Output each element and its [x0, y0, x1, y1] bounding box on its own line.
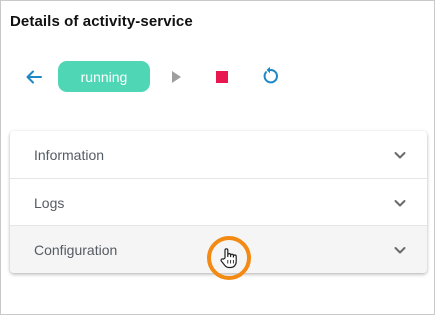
stop-button[interactable] — [209, 64, 235, 90]
action-toolbar: running — [1, 59, 434, 93]
page-title: Details of activity-service — [10, 13, 193, 30]
chevron-down-icon — [394, 200, 406, 207]
accordion-item-label: Configuration — [34, 242, 118, 258]
play-button[interactable] — [163, 64, 189, 90]
play-icon — [172, 71, 181, 83]
accordion-item-label: Information — [34, 146, 105, 163]
hand-pointer-icon — [220, 248, 237, 269]
restart-icon — [263, 66, 278, 84]
cursor-highlight — [207, 236, 251, 280]
chevron-down-icon — [394, 152, 406, 159]
status-badge: running — [58, 61, 150, 92]
stop-icon — [216, 71, 228, 83]
restart-button[interactable] — [257, 63, 283, 89]
accordion-item-label: Logs — [34, 194, 65, 211]
details-panel: Details of activity-service running Info… — [0, 0, 435, 315]
chevron-down-icon — [394, 247, 406, 254]
back-button[interactable] — [21, 64, 47, 90]
accordion-item-information[interactable]: Information — [10, 131, 427, 178]
accordion-item-logs[interactable]: Logs — [10, 178, 427, 226]
arrow-left-icon — [26, 70, 42, 84]
